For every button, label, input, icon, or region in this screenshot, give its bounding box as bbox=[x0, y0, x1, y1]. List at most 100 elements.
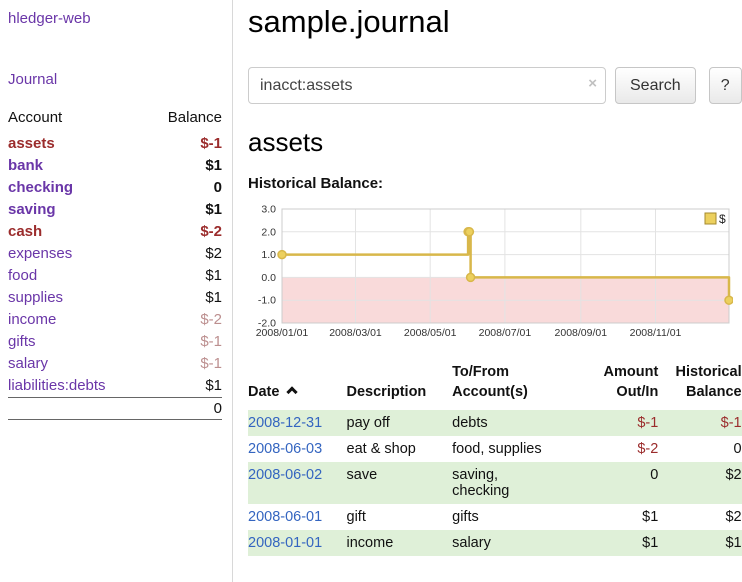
sidebar: hledger-web Journal Account Balance asse… bbox=[0, 0, 233, 582]
account-row: assets $-1 bbox=[8, 133, 222, 155]
search-field-wrap: × bbox=[248, 67, 606, 104]
account-row: supplies$1 bbox=[8, 287, 222, 309]
account-row: income $-2 bbox=[8, 309, 222, 331]
search-button[interactable]: Search bbox=[615, 67, 696, 104]
accounts-cell: salary bbox=[452, 530, 582, 556]
account-link-gifts[interactable]: gifts bbox=[8, 333, 36, 350]
account-link-income[interactable]: income bbox=[8, 311, 56, 328]
account-link-saving[interactable]: saving bbox=[8, 201, 56, 218]
section-title: assets bbox=[248, 127, 742, 158]
svg-text:2008/11/01: 2008/11/01 bbox=[630, 327, 682, 339]
accounts-total-balance: 0 bbox=[146, 398, 222, 420]
account-link-cash[interactable]: cash bbox=[8, 223, 42, 240]
account-balance: $-1 bbox=[146, 331, 222, 353]
register-header-row: Date Description To/From Account(s) Amou… bbox=[248, 363, 742, 410]
clear-search-icon[interactable]: × bbox=[588, 76, 597, 91]
account-row: expenses $2 bbox=[8, 243, 222, 265]
transaction-date-link[interactable]: 2008-06-02 bbox=[248, 467, 322, 483]
app-window: hledger-web Journal Account Balance asse… bbox=[0, 0, 742, 582]
account-balance: $1 bbox=[146, 375, 222, 398]
balance-cell: 0 bbox=[658, 436, 741, 462]
account-row: gifts $-1 bbox=[8, 331, 222, 353]
account-balance: $-2 bbox=[146, 221, 222, 243]
account-balance: $-1 bbox=[146, 133, 222, 155]
svg-text:$: $ bbox=[719, 212, 726, 226]
account-link-food[interactable]: food bbox=[8, 267, 37, 284]
date-header-label: Date bbox=[248, 384, 279, 400]
svg-text:1.0: 1.0 bbox=[261, 249, 276, 261]
account-link-supplies[interactable]: supplies bbox=[8, 289, 63, 306]
register-row: 2008-12-31pay offdebts$-1$-1 bbox=[248, 410, 742, 436]
register-row: 2008-01-01incomesalary$1$1 bbox=[248, 530, 742, 556]
svg-text:0.0: 0.0 bbox=[261, 272, 276, 284]
svg-text:3.0: 3.0 bbox=[261, 204, 276, 216]
sidebar-item-journal[interactable]: Journal bbox=[8, 71, 222, 88]
date-cell: 2008-06-01 bbox=[248, 504, 347, 530]
amount-cell: $1 bbox=[582, 530, 658, 556]
search-input[interactable] bbox=[248, 67, 606, 104]
accounts-cell: gifts bbox=[452, 504, 582, 530]
svg-text:2.0: 2.0 bbox=[261, 226, 276, 238]
account-link-bank[interactable]: bank bbox=[8, 157, 43, 174]
description-cell: gift bbox=[347, 504, 453, 530]
description-cell: save bbox=[347, 462, 453, 504]
search-bar: × Search ? bbox=[248, 67, 742, 104]
transaction-date-link[interactable]: 2008-12-31 bbox=[248, 415, 322, 431]
main-content: sample.journal × Search ? assets Histori… bbox=[233, 0, 742, 582]
date-cell: 2008-12-31 bbox=[248, 410, 347, 436]
account-link-assets[interactable]: assets bbox=[8, 135, 55, 152]
register-row: 2008-06-03 eat & shopfood, supplies$-20 bbox=[248, 436, 742, 462]
svg-text:2008/09/01: 2008/09/01 bbox=[555, 327, 608, 339]
historical-balance-chart: $3.02.01.00.0-1.0-2.02008/01/012008/03/0… bbox=[248, 201, 742, 350]
transaction-date-link[interactable]: 2008-06-03 bbox=[248, 441, 322, 457]
account-row: salary $-1 bbox=[8, 353, 222, 375]
svg-text:2008/07/01: 2008/07/01 bbox=[479, 327, 532, 339]
account-balance: $-2 bbox=[146, 309, 222, 331]
balance-cell: $1 bbox=[658, 530, 741, 556]
account-link-salary[interactable]: salary bbox=[8, 355, 48, 372]
accounts-cell: food, supplies bbox=[452, 436, 582, 462]
page-title: sample.journal bbox=[248, 4, 742, 40]
amount-cell: $-1 bbox=[582, 410, 658, 436]
column-header-accounts: To/From Account(s) bbox=[452, 363, 582, 410]
column-header-balance: Historical Balance bbox=[658, 363, 741, 410]
account-row: cash $-2 bbox=[8, 221, 222, 243]
date-cell: 2008-06-02 bbox=[248, 462, 347, 504]
account-balance: $2 bbox=[146, 243, 222, 265]
date-cell: 2008-06-03 bbox=[248, 436, 347, 462]
app-title-link[interactable]: hledger-web bbox=[8, 10, 222, 27]
amount-cell: $1 bbox=[582, 504, 658, 530]
amount-cell: 0 bbox=[582, 462, 658, 504]
accounts-cell: saving, checking bbox=[452, 462, 582, 504]
transaction-date-link[interactable]: 2008-01-01 bbox=[248, 535, 322, 551]
sort-ascending-icon bbox=[287, 386, 298, 397]
transaction-date-link[interactable]: 2008-06-01 bbox=[248, 509, 322, 525]
accounts-header-row: Account Balance bbox=[8, 106, 222, 133]
column-header-date[interactable]: Date bbox=[248, 363, 347, 410]
date-cell: 2008-01-01 bbox=[248, 530, 347, 556]
description-cell: pay off bbox=[347, 410, 453, 436]
accounts-cell: debts bbox=[452, 410, 582, 436]
description-cell: eat & shop bbox=[347, 436, 453, 462]
chart-title: Historical Balance: bbox=[248, 175, 742, 192]
total-spacer bbox=[8, 398, 146, 420]
account-balance: $1 bbox=[146, 265, 222, 287]
svg-text:2008/01/01: 2008/01/01 bbox=[256, 327, 309, 339]
account-row: bank$1 bbox=[8, 155, 222, 177]
svg-text:2008/03/01: 2008/03/01 bbox=[329, 327, 382, 339]
account-link-checking[interactable]: checking bbox=[8, 179, 73, 196]
account-link-liabilities-debts[interactable]: liabilities:debts bbox=[8, 377, 106, 394]
help-button[interactable]: ? bbox=[709, 67, 742, 104]
description-cell: income bbox=[347, 530, 453, 556]
column-header-description: Description bbox=[347, 363, 453, 410]
account-row: checking0 bbox=[8, 177, 222, 199]
svg-text:-1.0: -1.0 bbox=[258, 295, 276, 307]
account-row: liabilities:debts $1 bbox=[8, 375, 222, 398]
account-balance: $-1 bbox=[146, 353, 222, 375]
accounts-column-balance: Balance bbox=[146, 106, 222, 133]
balance-cell: $2 bbox=[658, 504, 741, 530]
register-row: 2008-06-01 giftgifts$1$2 bbox=[248, 504, 742, 530]
account-link-expenses[interactable]: expenses bbox=[8, 245, 72, 262]
amount-cell: $-2 bbox=[582, 436, 658, 462]
svg-text:2008/05/01: 2008/05/01 bbox=[404, 327, 457, 339]
